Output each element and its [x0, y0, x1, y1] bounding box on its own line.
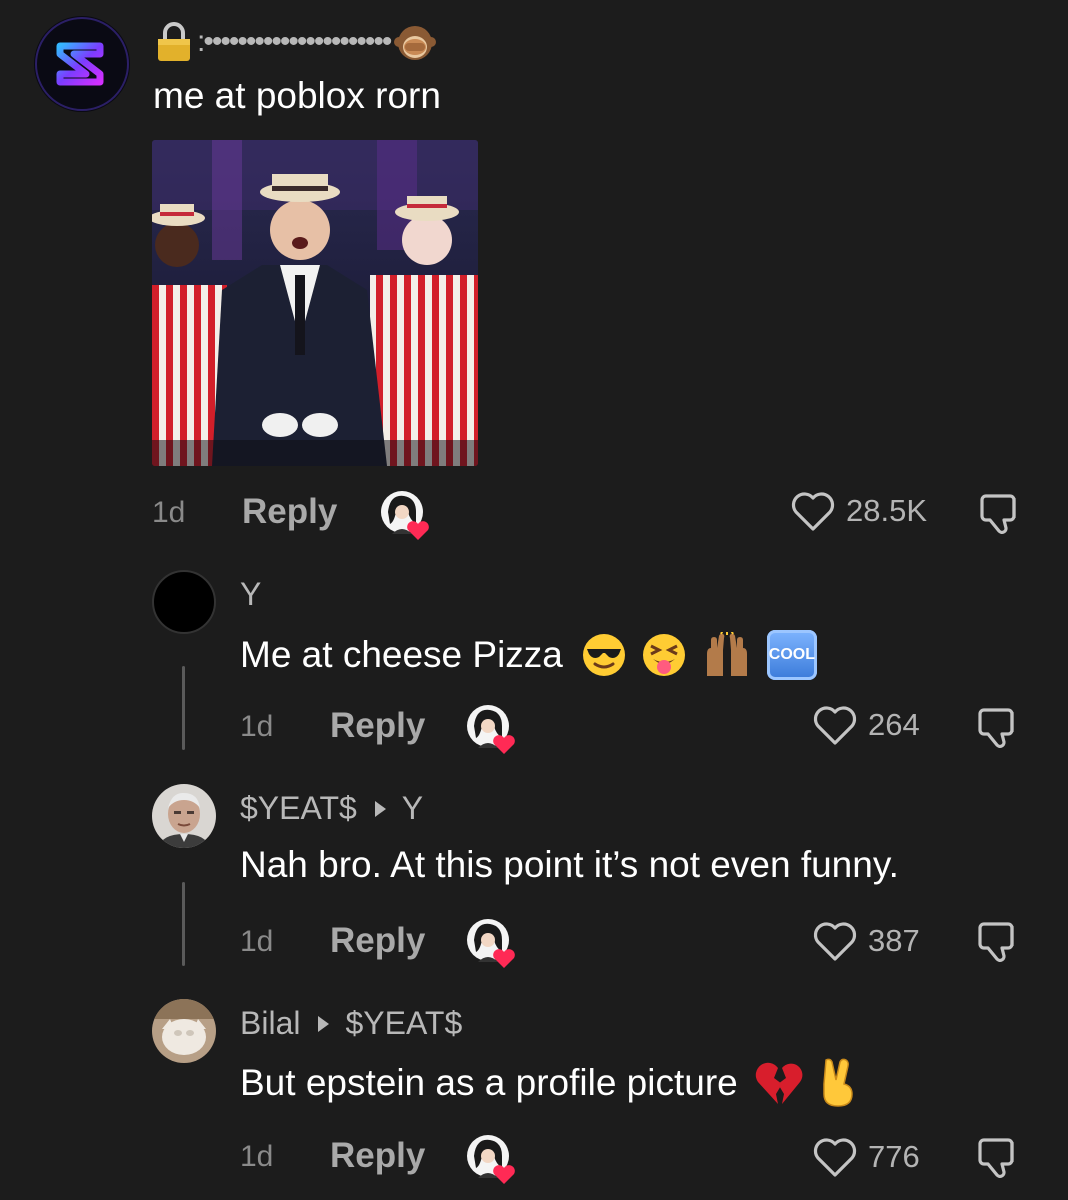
- raised-hands-emoji: [706, 632, 747, 676]
- comment-text: But epstein as a profile picture: [240, 1058, 858, 1108]
- comment-username[interactable]: Bilal: [240, 1005, 300, 1041]
- creator-liked-badge: [466, 918, 515, 968]
- like-count: 387: [868, 923, 920, 958]
- heart-outline-icon: [813, 706, 857, 745]
- comments-page: :•••••••••••••••••••••• me at poblox ror…: [0, 0, 1068, 1200]
- like-count: 264: [868, 707, 920, 742]
- meme-image[interactable]: [152, 140, 478, 466]
- dislike-icon[interactable]: [976, 918, 1022, 964]
- creator-avatar-heart-icon: [467, 705, 515, 754]
- like-button[interactable]: 264: [812, 704, 920, 746]
- creator-avatar-heart-icon: [467, 1135, 515, 1184]
- comment-age: 1d: [240, 925, 274, 958]
- sunglasses-emoji: [582, 634, 625, 676]
- cool-button-emoji: COOL: [766, 630, 817, 680]
- comment-text-content: But epstein as a profile picture: [240, 1062, 738, 1103]
- see-no-evil-monkey-icon: [394, 26, 437, 60]
- avatar-y[interactable]: [152, 570, 216, 634]
- meme-illustration: [152, 140, 478, 466]
- comment-text: Me at cheese Pizza COOL: [240, 630, 817, 680]
- comment-username[interactable]: Y: [240, 576, 261, 613]
- avatar-bilal[interactable]: [152, 999, 216, 1063]
- heart-outline-icon: [791, 492, 835, 531]
- like-button[interactable]: 776: [812, 1136, 920, 1178]
- reply-to-username[interactable]: Y: [402, 790, 423, 826]
- profile-photo: [152, 784, 216, 848]
- comment-username[interactable]: $YEAT$: [240, 790, 357, 826]
- comment-text-content: Me at cheese Pizza: [240, 634, 563, 675]
- dislike-icon[interactable]: [976, 704, 1022, 750]
- heart-outline-icon: [813, 922, 857, 961]
- dislike-icon[interactable]: [978, 490, 1024, 536]
- capcut-logo-icon: [35, 17, 129, 111]
- like-count: 776: [868, 1139, 920, 1174]
- thread-line: [182, 882, 185, 966]
- cool-label: COOL: [768, 646, 815, 663]
- creator-liked-badge: [380, 490, 429, 540]
- username-row[interactable]: :••••••••••••••••••••••: [155, 20, 437, 64]
- heart-outline-icon: [813, 1138, 857, 1177]
- avatar-capcut[interactable]: [34, 16, 130, 112]
- creator-liked-badge: [466, 704, 515, 754]
- like-button[interactable]: 387: [812, 920, 920, 962]
- reply-button[interactable]: Reply: [330, 1136, 425, 1176]
- comment-age: 1d: [152, 496, 186, 529]
- creator-avatar-heart-icon: [381, 491, 429, 540]
- comment-text: Nah bro. At this point it’s not even fun…: [240, 844, 899, 885]
- reply-arrow-icon: [318, 1015, 330, 1032]
- comment-username-row: Bilal $YEAT$: [240, 1005, 462, 1042]
- like-button[interactable]: 28.5K: [790, 490, 927, 532]
- broken-heart-emoji: [755, 1062, 803, 1104]
- thread-line: [182, 666, 185, 750]
- victory-hand-emoji: [822, 1058, 853, 1107]
- creator-liked-badge: [466, 1134, 515, 1184]
- comment-age: 1d: [240, 710, 274, 743]
- reply-to-username[interactable]: $YEAT$: [345, 1005, 462, 1041]
- reply-button[interactable]: Reply: [242, 492, 337, 532]
- comment-age: 1d: [240, 1140, 274, 1173]
- comment-username: :••••••••••••••••••••••: [197, 25, 392, 58]
- avatar-yeat[interactable]: [152, 784, 216, 848]
- creator-avatar-heart-icon: [467, 919, 515, 968]
- comment-username-row: $YEAT$ Y: [240, 790, 423, 827]
- reply-button[interactable]: Reply: [330, 921, 425, 961]
- comment-text: me at poblox rorn: [153, 75, 441, 116]
- squinting-tongue-emoji: [642, 634, 685, 676]
- reply-button[interactable]: Reply: [330, 706, 425, 746]
- lock-icon: [158, 22, 190, 61]
- dislike-icon[interactable]: [976, 1134, 1022, 1180]
- reply-arrow-icon: [374, 800, 386, 817]
- profile-photo: [152, 999, 216, 1063]
- like-count: 28.5K: [846, 493, 928, 528]
